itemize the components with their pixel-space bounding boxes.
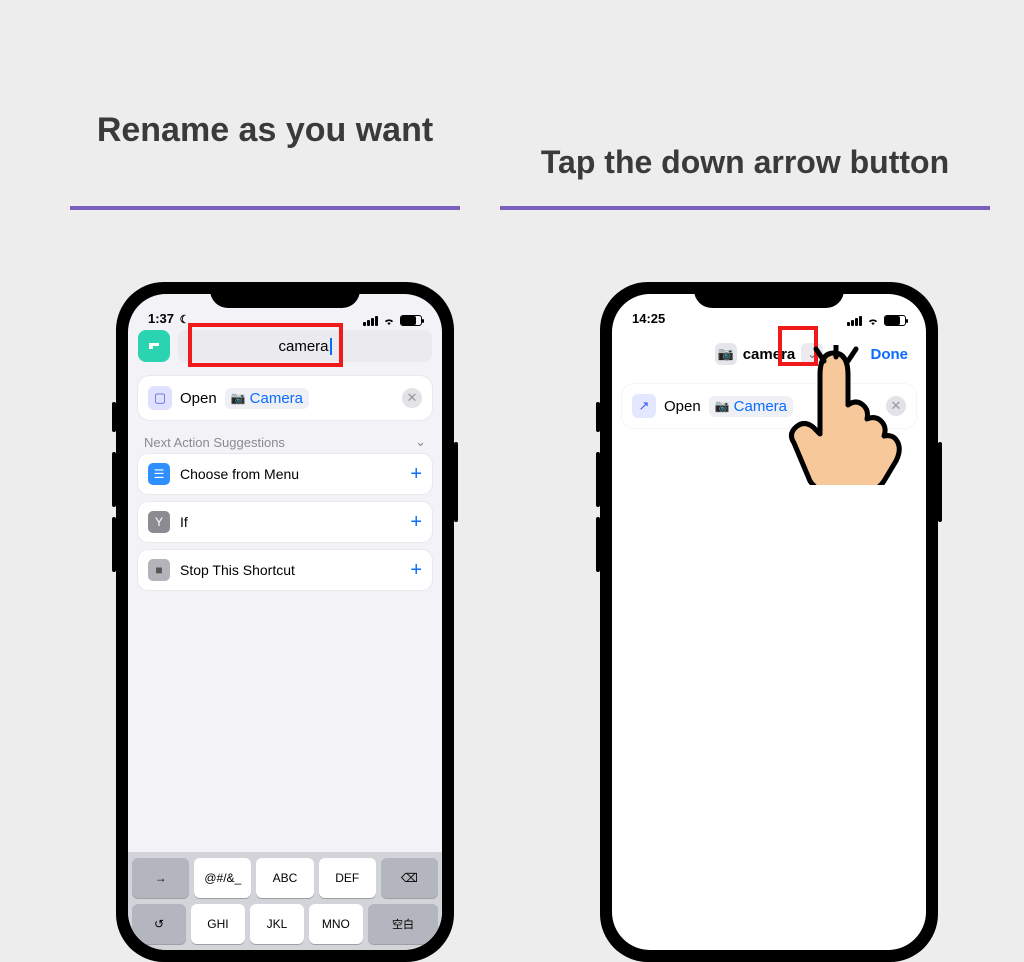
phone-right-screen: 14:25 📷 camera ⌄ Done ↗ Open 📷 Camera ✕ xyxy=(612,294,926,950)
open-app-icon: ▢ xyxy=(148,386,172,410)
camera-icon: 📷 xyxy=(715,343,737,365)
shortcut-titlebar: camera xyxy=(138,328,432,364)
key-arrow[interactable]: → xyxy=(132,858,189,898)
suggestion-stop[interactable]: ■ Stop This Shortcut + xyxy=(138,550,432,590)
key-abc[interactable]: ABC xyxy=(256,858,313,898)
add-suggestion-icon[interactable]: + xyxy=(410,559,422,582)
phone-right: 14:25 📷 camera ⌄ Done ↗ Open 📷 Camera ✕ xyxy=(600,282,938,962)
branch-icon: Y xyxy=(148,511,170,533)
status-time: 14:25 xyxy=(632,311,665,326)
stop-icon: ■ xyxy=(148,559,170,581)
action-open-row[interactable]: ▢ Open 📷 Camera ✕ xyxy=(138,376,432,420)
suggestion-label: Stop This Shortcut xyxy=(180,562,295,578)
suggestions-header: Next Action Suggestions ⌄ xyxy=(144,434,426,450)
suggestions-header-text: Next Action Suggestions xyxy=(144,435,285,450)
wifi-icon xyxy=(382,316,396,326)
shortcut-name-input[interactable]: camera xyxy=(178,330,432,362)
action-param-text: Camera xyxy=(734,398,787,415)
text-caret xyxy=(330,338,332,355)
menu-icon: ☰ xyxy=(148,463,170,485)
shortcut-icon[interactable] xyxy=(138,330,170,362)
camera-icon: 📷 xyxy=(231,391,246,405)
suggestion-label: Choose from Menu xyxy=(180,466,299,482)
suggestion-if[interactable]: Y If + xyxy=(138,502,432,542)
underline-right xyxy=(500,206,990,210)
caption-right: Tap the down arrow button xyxy=(500,142,990,184)
key-undo[interactable]: ↺ xyxy=(132,904,186,944)
key-jkl[interactable]: JKL xyxy=(250,904,304,944)
key-def[interactable]: DEF xyxy=(319,858,376,898)
signal-icon xyxy=(363,316,378,326)
action-open-row[interactable]: ↗ Open 📷 Camera ✕ xyxy=(622,384,916,428)
shortcut-title[interactable]: camera xyxy=(743,346,796,363)
shortcut-titlebar: 📷 camera ⌄ Done xyxy=(612,334,926,374)
key-symbols[interactable]: @#/&_ xyxy=(194,858,251,898)
clear-action-icon[interactable]: ✕ xyxy=(402,388,422,408)
dnd-icon: ☾ xyxy=(180,314,190,326)
open-app-icon: ↗ xyxy=(632,394,656,418)
key-backspace[interactable]: ⌫ xyxy=(381,858,438,898)
signal-icon xyxy=(847,316,862,326)
suggestion-label: If xyxy=(180,514,188,530)
action-param-chip[interactable]: 📷 Camera xyxy=(225,388,309,409)
underline-left xyxy=(70,206,460,210)
phone-left: 1:37 ☾ camera ▢ Open 📷 Camera xyxy=(116,282,454,962)
camera-icon: 📷 xyxy=(715,399,730,413)
suggestions-list: ☰ Choose from Menu + Y If + ■ Stop This … xyxy=(138,454,432,598)
status-time: 1:37 xyxy=(148,311,174,326)
action-label: Open xyxy=(664,398,701,415)
key-space[interactable]: 空白 xyxy=(368,904,438,944)
battery-icon xyxy=(400,315,422,326)
action-label: Open xyxy=(180,390,217,407)
done-button[interactable]: Done xyxy=(871,346,909,363)
add-suggestion-icon[interactable]: + xyxy=(410,463,422,486)
battery-icon xyxy=(884,315,906,326)
caption-left: Rename as you want xyxy=(70,108,460,152)
key-mno[interactable]: MNO xyxy=(309,904,363,944)
chevron-down-icon[interactable]: ⌄ xyxy=(415,434,426,450)
status-bar: 1:37 ☾ xyxy=(128,294,442,328)
add-suggestion-icon[interactable]: + xyxy=(410,511,422,534)
shortcut-name-text: camera xyxy=(278,338,328,355)
action-param-chip[interactable]: 📷 Camera xyxy=(709,396,793,417)
status-bar: 14:25 xyxy=(612,294,926,328)
clear-action-icon[interactable]: ✕ xyxy=(886,396,906,416)
suggestion-choose-menu[interactable]: ☰ Choose from Menu + xyxy=(138,454,432,494)
key-ghi[interactable]: GHI xyxy=(191,904,245,944)
wifi-icon xyxy=(866,316,880,326)
keyboard: → @#/&_ ABC DEF ⌫ ↺ GHI JKL MNO 空白 xyxy=(128,852,442,950)
down-arrow-button[interactable]: ⌄ xyxy=(801,343,823,365)
phone-left-screen: 1:37 ☾ camera ▢ Open 📷 Camera xyxy=(128,294,442,950)
action-param-text: Camera xyxy=(250,390,303,407)
